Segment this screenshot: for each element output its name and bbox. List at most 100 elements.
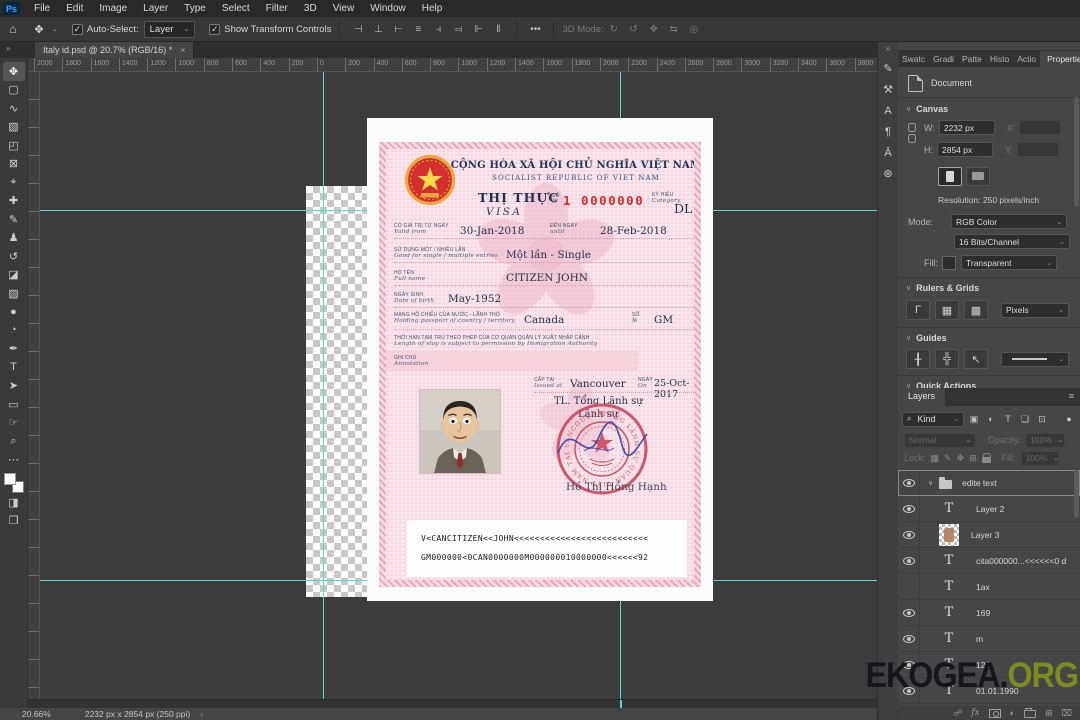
tool-button[interactable]: ◰ <box>3 136 25 155</box>
lock-icon[interactable]: ✎ <box>944 453 952 464</box>
lock-icon[interactable]: ▦ <box>931 453 940 464</box>
tool-button[interactable]: ▧ <box>3 118 25 137</box>
tool-button[interactable]: ∿ <box>3 99 25 118</box>
filter-toggle-icon[interactable]: ● <box>1062 414 1076 424</box>
3d-mode-icon[interactable]: ✥ <box>644 24 664 35</box>
visibility-toggle[interactable] <box>898 521 920 548</box>
opacity-field[interactable]: 100% ⌄ <box>1025 432 1066 448</box>
guides-button[interactable]: ╂ <box>906 349 930 369</box>
menu-item[interactable]: Image <box>91 0 135 17</box>
guide-vertical-1[interactable] <box>323 72 324 699</box>
menu-item[interactable]: Window <box>362 0 414 17</box>
auto-select-target-dropdown[interactable]: Layer ⌄ <box>143 20 196 38</box>
lock-all-icon[interactable] <box>981 452 992 464</box>
panel-tab[interactable]: Actio <box>1013 51 1040 67</box>
tool-button[interactable]: ✒ <box>3 340 25 359</box>
add-mask-icon[interactable] <box>988 708 1001 718</box>
rulers-grids-button[interactable]: ▦ <box>935 300 959 320</box>
tool-button[interactable]: ✥ <box>2 62 25 81</box>
document-tab[interactable]: Italy id.psd @ 20.7% (RGB/16) * × <box>35 42 195 58</box>
visibility-toggle[interactable] <box>898 573 920 600</box>
layer-filter-icon[interactable]: ⊡ <box>1035 414 1049 425</box>
auto-select-checkbox[interactable]: ✓ <box>71 23 83 35</box>
menu-item[interactable]: Edit <box>58 0 91 17</box>
tool-button[interactable]: ▨ <box>3 284 25 303</box>
fill-dropdown[interactable]: Transparent ⌄ <box>961 255 1057 270</box>
align-icon[interactable]: ‖ <box>488 24 508 35</box>
tool-button[interactable]: ⌖ <box>3 173 25 192</box>
panel-icon[interactable]: ¶ <box>879 122 898 141</box>
horizontal-scrollbar[interactable] <box>28 699 877 709</box>
fill-swatch[interactable] <box>942 255 956 270</box>
align-icon[interactable]: ⊩ <box>468 24 488 35</box>
align-icon[interactable]: ⫤ <box>448 24 468 35</box>
layer-name[interactable]: cita000000...<<<<<<0 d <box>976 556 1066 566</box>
tool-button[interactable]: ● <box>3 303 25 322</box>
3d-mode-icon[interactable]: ↻ <box>604 24 624 35</box>
bit-depth-dropdown[interactable]: 16 Bits/Channel ⌄ <box>954 234 1070 249</box>
visibility-toggle[interactable] <box>898 470 920 496</box>
screen-mode-button[interactable]: ❐ <box>3 512 25 531</box>
menu-item[interactable]: Type <box>176 0 214 17</box>
tool-button[interactable]: ✎ <box>3 210 25 229</box>
zoom-level[interactable]: 20.66% <box>22 709 51 719</box>
panel-icon[interactable]: ⊛ <box>879 164 898 183</box>
layer-row[interactable]: ∨ T cita000000...<<<<<<0 d <box>898 547 1080 574</box>
group-caret-icon[interactable]: ∨ <box>928 479 933 487</box>
properties-scrollbar[interactable] <box>1074 97 1079 207</box>
menu-item[interactable]: Filter <box>258 0 296 17</box>
orientation-portrait-button[interactable] <box>938 166 962 186</box>
align-icon[interactable]: ⊥ <box>368 24 388 35</box>
3d-mode-icon[interactable]: ⇆ <box>664 24 684 35</box>
layer-row[interactable]: ∨ T Layer 2 <box>898 495 1080 522</box>
collapse-toolbar-icon[interactable]: » <box>6 44 10 53</box>
canvas-area[interactable]: CỘNG HÒA XÃ HỘI CHỦ NGHĨA VIỆT NAM SOCIA… <box>40 72 877 699</box>
guides-button[interactable]: ↖ <box>964 349 988 369</box>
layer-name[interactable]: edite text <box>962 478 997 488</box>
layer-row[interactable]: ∨ T m <box>898 625 1080 652</box>
lock-icon[interactable]: ⊞ <box>969 453 977 464</box>
panel-tab[interactable]: Patte <box>958 51 986 67</box>
tool-button[interactable]: ◪ <box>3 266 25 285</box>
quick-mask-button[interactable]: ◨ <box>3 493 25 512</box>
panel-tab[interactable]: Histo <box>986 51 1013 67</box>
menu-item[interactable]: Help <box>414 0 451 17</box>
panel-tab[interactable]: Swatc <box>898 51 929 67</box>
adjustment-layer-icon[interactable]: ◐ <box>1010 708 1015 718</box>
layer-name[interactable]: 169 <box>976 608 990 618</box>
layer-style-icon[interactable]: fx <box>971 708 979 718</box>
3d-mode-icon[interactable]: ↺ <box>624 24 644 35</box>
tool-button[interactable]: ☞ <box>3 414 25 433</box>
tool-button[interactable]: ▭ <box>3 395 25 414</box>
align-icon[interactable]: ⊢ <box>388 24 408 35</box>
home-icon[interactable]: ⌂ <box>0 22 26 36</box>
status-arrow-icon[interactable]: › <box>200 709 203 719</box>
layers-menu-icon[interactable]: ≡ <box>1063 388 1080 406</box>
tool-button[interactable]: ▢ <box>3 81 25 100</box>
layer-name[interactable]: 1ax <box>976 582 990 592</box>
guide-style-dropdown[interactable]: ⌄ <box>1001 351 1069 367</box>
panel-icon[interactable]: Ā <box>879 143 898 162</box>
new-group-icon[interactable] <box>1024 708 1037 718</box>
horizontal-ruler[interactable]: 2000 1800 1600 1400 1200 1000 800 600 400 200 0 200… <box>28 58 877 72</box>
align-icon[interactable]: ≡ <box>408 24 428 35</box>
chevron-down-icon[interactable]: ⌄ <box>52 25 58 33</box>
layer-filter-icon[interactable]: ◐ <box>984 414 998 424</box>
lock-icon[interactable]: ✥ <box>957 453 965 464</box>
layer-filter-dropdown[interactable]: ⌕ Kind ⌄ <box>902 411 964 427</box>
panel-icon[interactable]: ✎ <box>879 59 898 78</box>
more-options-icon[interactable]: ••• <box>525 24 545 35</box>
layer-row[interactable]: ∨ T 1ax <box>898 573 1080 600</box>
layer-name[interactable]: Layer 3 <box>971 530 999 540</box>
layer-filter-icon[interactable]: ❏ <box>1018 414 1032 425</box>
tool-button[interactable]: ➤ <box>3 377 25 396</box>
layer-name[interactable]: Layer 2 <box>976 504 1004 514</box>
layer-row[interactable]: ∨ T Layer 3 <box>898 521 1080 548</box>
visibility-toggle[interactable] <box>898 599 920 626</box>
menu-item[interactable]: 3D <box>296 0 325 17</box>
units-dropdown[interactable]: Pixels ⌄ <box>1001 302 1069 318</box>
canvas-height-field[interactable]: 2854 px <box>937 142 993 157</box>
panel-tab[interactable]: Gradi <box>929 51 958 67</box>
visa-document-layer[interactable]: CỘNG HÒA XÃ HỘI CHỦ NGHĨA VIỆT NAM SOCIA… <box>367 118 713 601</box>
align-icon[interactable]: ⫣ <box>428 24 448 35</box>
